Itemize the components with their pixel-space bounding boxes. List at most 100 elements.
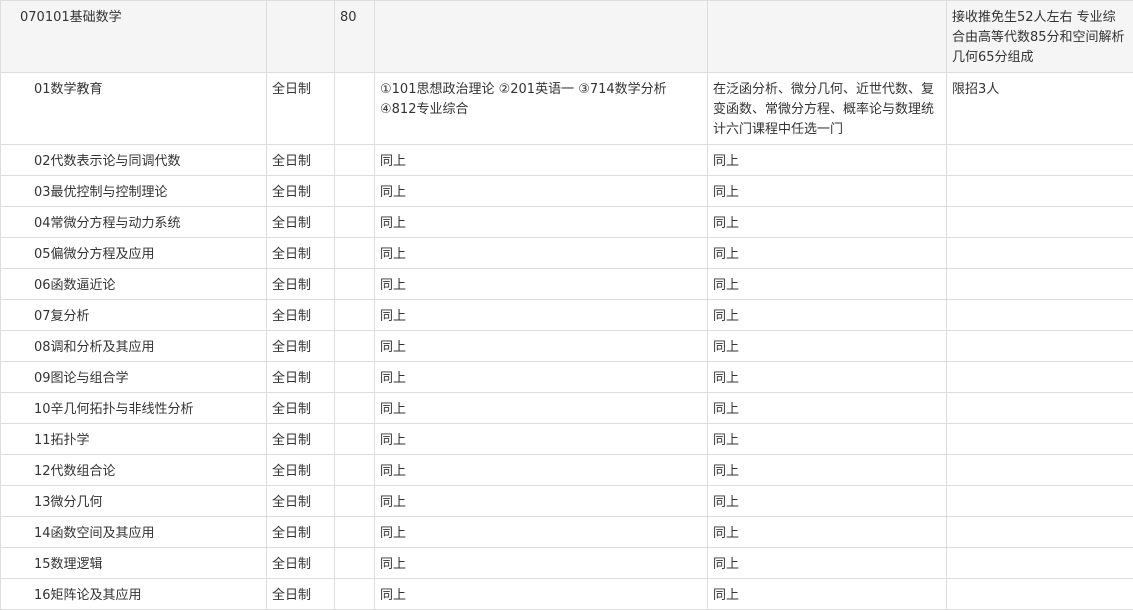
study-mode-cell: 全日制 — [267, 238, 335, 269]
exam-subjects-cell: 同上 — [375, 579, 708, 610]
remarks-cell — [947, 579, 1133, 610]
table-row: 02代数表示论与同调代数全日制同上同上 — [1, 145, 1133, 176]
table-row: 09图论与组合学全日制同上同上 — [1, 362, 1133, 393]
enrollment-cell — [335, 73, 375, 145]
retest-subjects-cell: 同上 — [708, 486, 947, 517]
enrollment-cell — [335, 176, 375, 207]
retest-subjects-cell: 在泛函分析、微分几何、近世代数、复变函数、常微分方程、概率论与数理统计六门课程中… — [708, 73, 947, 145]
remarks-cell: 限招3人 — [947, 73, 1133, 145]
remarks-cell — [947, 331, 1133, 362]
exam-subjects-cell: 同上 — [375, 145, 708, 176]
retest-subjects-cell: 同上 — [708, 393, 947, 424]
table-row: 12代数组合论全日制同上同上 — [1, 455, 1133, 486]
remarks-cell — [947, 207, 1133, 238]
exam-subjects-cell: ①101思想政治理论 ②201英语一 ③714数学分析 ④812专业综合 — [375, 73, 708, 145]
enrollment-table: 070101基础数学 80 接收推免生52人左右 专业综合由高等代数85分和空间… — [0, 0, 1133, 610]
exam-subjects-cell: 同上 — [375, 455, 708, 486]
direction-name-cell: 07复分析 — [1, 300, 267, 331]
enrollment-cell — [335, 517, 375, 548]
direction-name-cell: 08调和分析及其应用 — [1, 331, 267, 362]
retest-subjects-cell: 同上 — [708, 548, 947, 579]
exam-subjects-cell: 同上 — [375, 393, 708, 424]
table-row: 10辛几何拓扑与非线性分析全日制 同上同上 — [1, 393, 1133, 424]
enrollment-cell — [335, 455, 375, 486]
remarks-cell — [947, 362, 1133, 393]
study-mode-cell: 全日制 — [267, 331, 335, 362]
study-mode-cell: 全日制 — [267, 424, 335, 455]
table-row: 04常微分方程与动力系统全日制 同上同上 — [1, 207, 1133, 238]
major-enrollment-cell: 80 — [335, 1, 375, 73]
study-mode-cell: 全日制 — [267, 486, 335, 517]
retest-subjects-cell: 同上 — [708, 238, 947, 269]
study-mode-cell: 全日制 — [267, 548, 335, 579]
enrollment-cell — [335, 548, 375, 579]
exam-subjects-cell: 同上 — [375, 517, 708, 548]
retest-subjects-cell: 同上 — [708, 269, 947, 300]
study-mode-cell: 全日制 — [267, 362, 335, 393]
study-mode-cell: 全日制 — [267, 207, 335, 238]
exam-subjects-cell: 同上 — [375, 207, 708, 238]
exam-subjects-cell: 同上 — [375, 486, 708, 517]
retest-subjects-cell: 同上 — [708, 517, 947, 548]
remarks-cell — [947, 486, 1133, 517]
study-mode-cell: 全日制 — [267, 73, 335, 145]
direction-name-cell: 12代数组合论 — [1, 455, 267, 486]
exam-subjects-cell: 同上 — [375, 238, 708, 269]
enrollment-cell — [335, 393, 375, 424]
retest-subjects-cell: 同上 — [708, 362, 947, 393]
remarks-cell — [947, 455, 1133, 486]
enrollment-cell — [335, 207, 375, 238]
remarks-cell — [947, 517, 1133, 548]
study-mode-cell: 全日制 — [267, 517, 335, 548]
table-row: 14函数空间及其应用全日制 同上同上 — [1, 517, 1133, 548]
enrollment-cell — [335, 331, 375, 362]
table-row: 15数理逻辑全日制同上同上 — [1, 548, 1133, 579]
major-name-cell: 070101基础数学 — [1, 1, 267, 73]
remarks-cell — [947, 238, 1133, 269]
direction-name-cell: 10辛几何拓扑与非线性分析 — [1, 393, 267, 424]
retest-subjects-cell: 同上 — [708, 176, 947, 207]
retest-subjects-cell: 同上 — [708, 579, 947, 610]
exam-subjects-cell: 同上 — [375, 176, 708, 207]
exam-subjects-cell: 同上 — [375, 424, 708, 455]
study-mode-cell: 全日制 — [267, 455, 335, 486]
enrollment-cell — [335, 145, 375, 176]
retest-subjects-cell: 同上 — [708, 331, 947, 362]
remarks-cell — [947, 269, 1133, 300]
table-row: 11拓扑学全日制同上同上 — [1, 424, 1133, 455]
major-study-mode-cell — [267, 1, 335, 73]
direction-name-cell: 04常微分方程与动力系统 — [1, 207, 267, 238]
study-mode-cell: 全日制 — [267, 579, 335, 610]
retest-subjects-cell: 同上 — [708, 207, 947, 238]
enrollment-cell — [335, 269, 375, 300]
remarks-cell — [947, 176, 1133, 207]
study-mode-cell: 全日制 — [267, 176, 335, 207]
direction-name-cell: 03最优控制与控制理论 — [1, 176, 267, 207]
remarks-cell — [947, 424, 1133, 455]
direction-name-cell: 16矩阵论及其应用 — [1, 579, 267, 610]
table-row: 06函数逼近论全日制同上同上 — [1, 269, 1133, 300]
table-row: 16矩阵论及其应用全日制 同上同上 — [1, 579, 1133, 610]
table-row: 01数学教育全日制 ①101思想政治理论 ②201英语一 ③714数学分析 ④81… — [1, 73, 1133, 145]
remarks-cell — [947, 548, 1133, 579]
direction-name-cell: 14函数空间及其应用 — [1, 517, 267, 548]
table-row: 08调和分析及其应用全日制同上同上 — [1, 331, 1133, 362]
enrollment-cell — [335, 424, 375, 455]
exam-subjects-cell: 同上 — [375, 300, 708, 331]
study-mode-cell: 全日制 — [267, 393, 335, 424]
major-exam-subjects-cell — [375, 1, 708, 73]
table-row: 03最优控制与控制理论全日制 同上同上 — [1, 176, 1133, 207]
major-remarks-cell: 接收推免生52人左右 专业综合由高等代数85分和空间解析几何65分组成 — [947, 1, 1133, 73]
enrollment-cell — [335, 486, 375, 517]
major-retest-subjects-cell — [708, 1, 947, 73]
study-mode-cell: 全日制 — [267, 145, 335, 176]
remarks-cell — [947, 393, 1133, 424]
enrollment-cell — [335, 300, 375, 331]
direction-name-cell: 01数学教育 — [1, 73, 267, 145]
enrollment-cell — [335, 238, 375, 269]
table-row: 07复分析全日制同上同上 — [1, 300, 1133, 331]
enrollment-cell — [335, 362, 375, 393]
table-row: 05偏微分方程及应用全日制同上同上 — [1, 238, 1133, 269]
remarks-cell — [947, 300, 1133, 331]
direction-name-cell: 06函数逼近论 — [1, 269, 267, 300]
